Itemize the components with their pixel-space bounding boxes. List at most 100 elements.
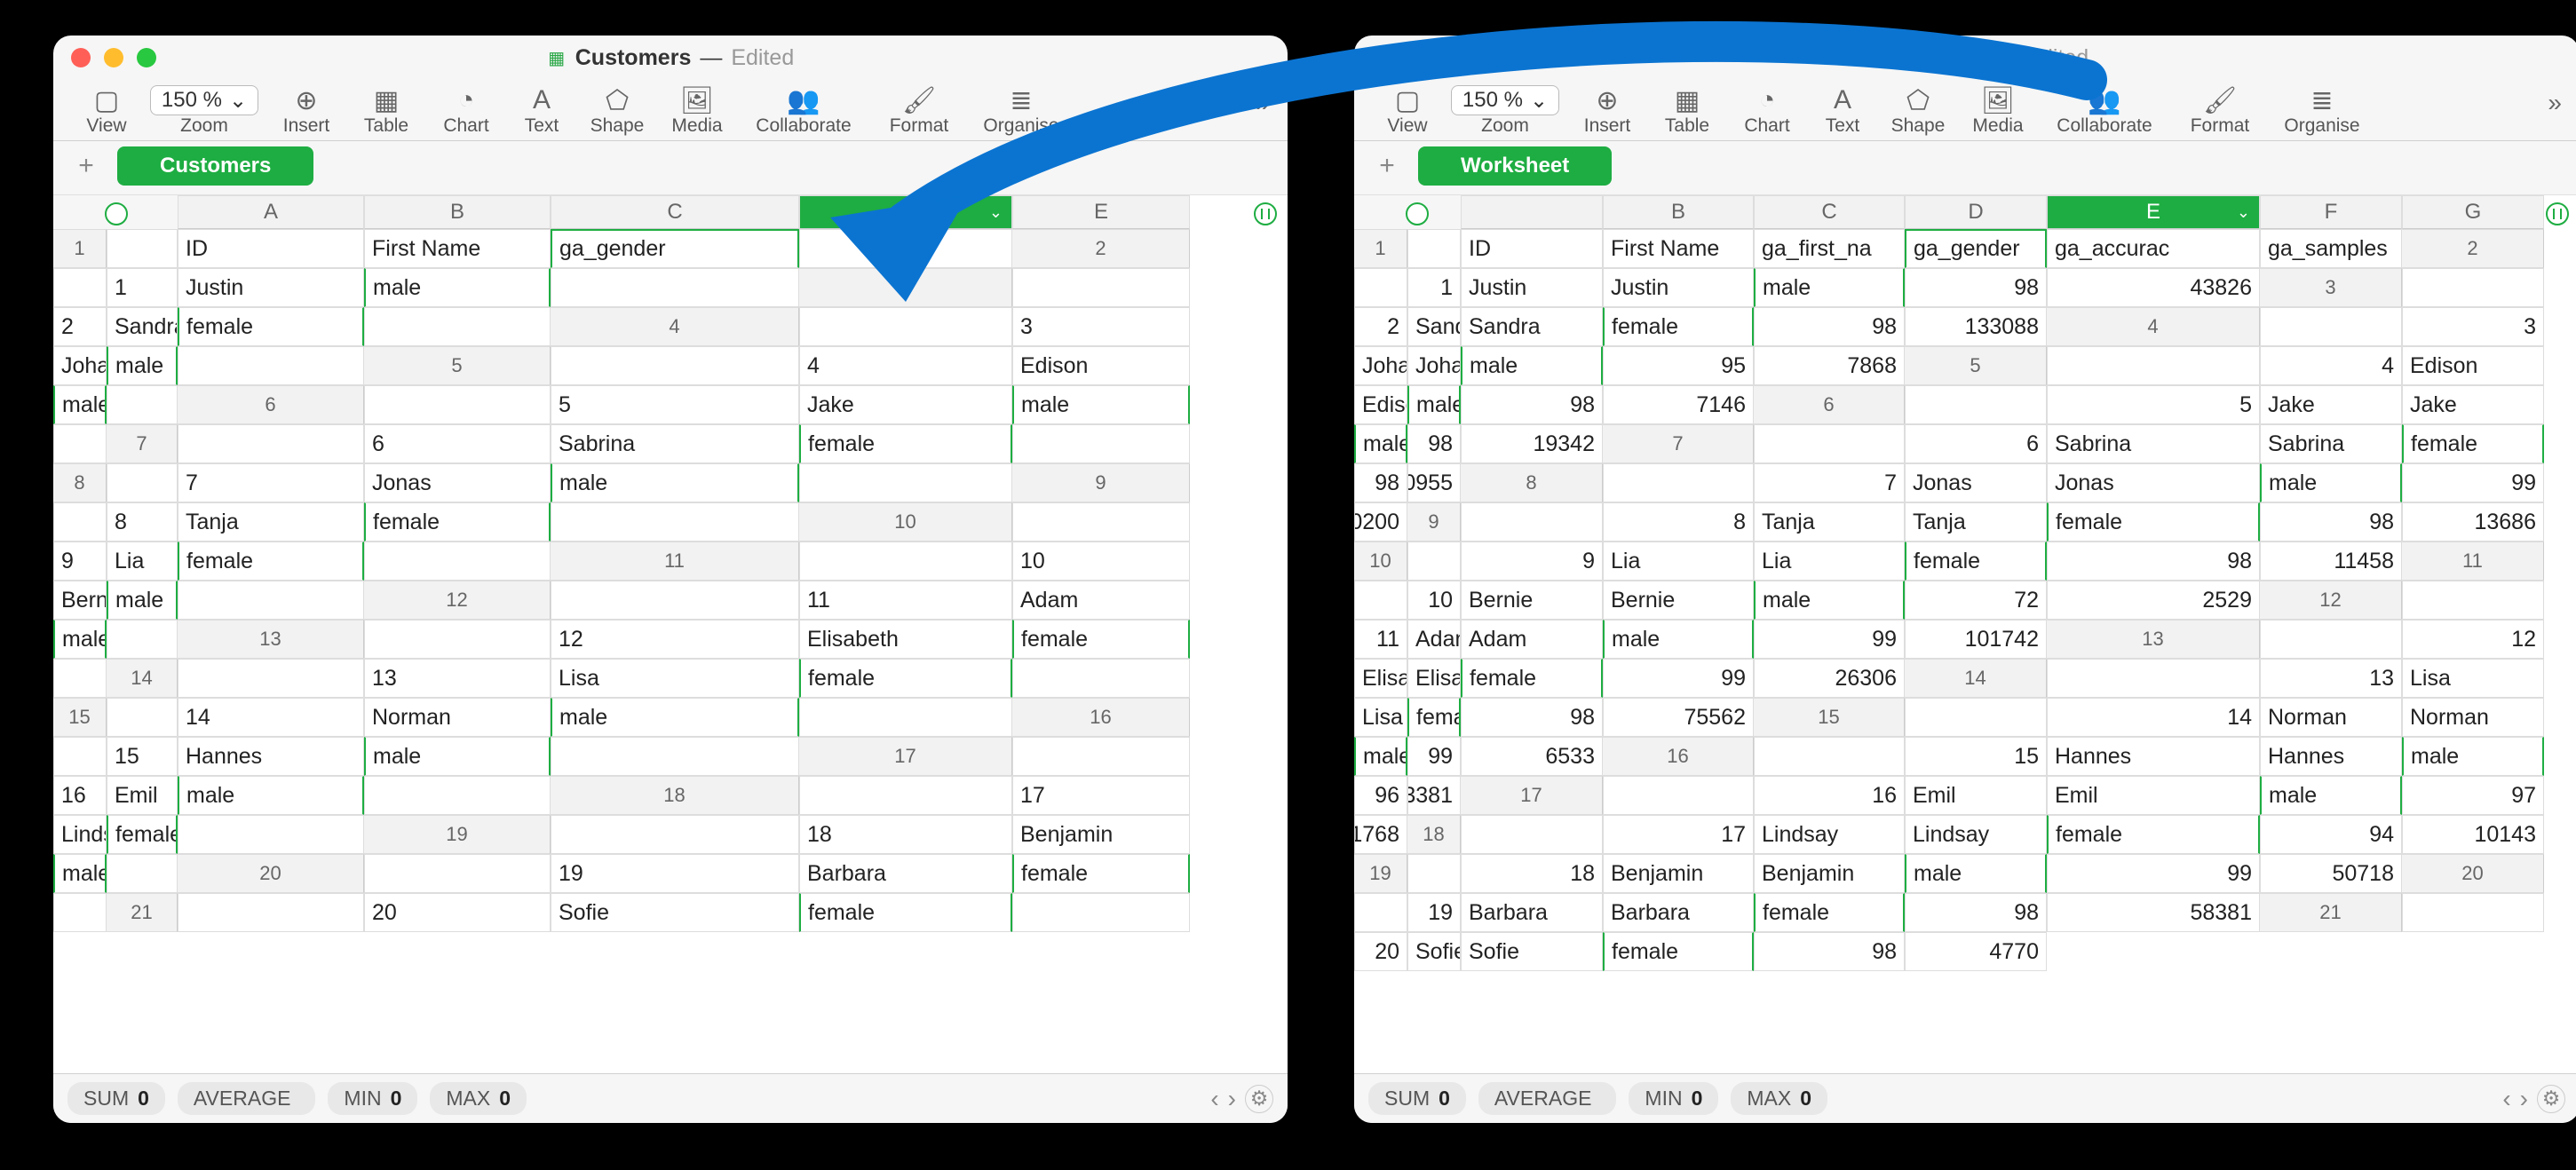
min-chip[interactable]: MIN0 (1629, 1082, 1718, 1115)
cell-E[interactable] (53, 424, 107, 463)
cell-ga-accuracy[interactable]: 96 (1354, 776, 1407, 815)
cell-E[interactable] (107, 385, 178, 424)
cell-ga-name[interactable]: Bernie (1603, 581, 1754, 620)
cell-ga-samples[interactable]: 7146 (1603, 385, 1754, 424)
cell-name[interactable]: Barbara (799, 854, 1012, 893)
row-header[interactable]: 10 (1354, 542, 1407, 581)
cell-ga-samples[interactable]: 50718 (2260, 854, 2402, 893)
cell-id[interactable]: 4 (2260, 346, 2402, 385)
cell-id[interactable]: 11 (1354, 620, 1407, 659)
cell-E[interactable] (1012, 659, 1190, 698)
cell-gender[interactable]: male (551, 463, 799, 502)
cell-name[interactable]: Sofie (1407, 932, 1461, 971)
cell-ga-samples[interactable]: 11458 (2260, 542, 2402, 581)
row-header[interactable]: 19 (364, 815, 551, 854)
cell-ga-gender[interactable]: male (1905, 854, 2047, 893)
cell-ga-accuracy[interactable]: 95 (1603, 346, 1754, 385)
cell-name[interactable]: Sofie (551, 893, 799, 932)
cell-A[interactable] (53, 502, 107, 542)
close-icon[interactable] (71, 48, 91, 67)
max-chip[interactable]: MAX0 (1731, 1082, 1827, 1115)
row-header[interactable]: 6 (178, 385, 364, 424)
cell-id[interactable]: 3 (2402, 307, 2544, 346)
row-header[interactable]: 9 (1012, 463, 1190, 502)
row-header[interactable]: 1 (53, 229, 107, 268)
row-header[interactable]: 15 (1754, 698, 1905, 737)
cell-gender[interactable]: female (799, 659, 1012, 698)
cell-ga-samples[interactable]: 26306 (1754, 659, 1905, 698)
cell-A[interactable] (2047, 346, 2260, 385)
cell-gender[interactable]: female (364, 502, 551, 542)
cell-id[interactable]: 9 (1461, 542, 1603, 581)
cell-name[interactable]: Jake (2260, 385, 2402, 424)
cell-ga-samples[interactable]: 58381 (2047, 893, 2260, 932)
spreadsheet-grid[interactable]: ABCD⌄E1IDFirst Namega_gender21Justinmale… (53, 195, 1288, 1073)
cell-name[interactable]: Sabrina (2047, 424, 2260, 463)
sheet-tab-customers[interactable]: Customers (117, 146, 313, 186)
cell-E[interactable] (364, 542, 551, 581)
cell-gender[interactable]: male (107, 581, 178, 620)
cell-ga-name[interactable]: Adam (1461, 620, 1603, 659)
cell-ga-samples[interactable]: 7868 (1754, 346, 1905, 385)
cell-E[interactable] (53, 893, 107, 932)
cell-id[interactable]: 2 (53, 307, 107, 346)
media-button[interactable]: 🖼Media (657, 85, 737, 137)
cell-name[interactable]: Barbara (1461, 893, 1603, 932)
shape-button[interactable]: ⬠Shape (577, 85, 657, 137)
cell-A[interactable] (1012, 737, 1190, 776)
cell-gender[interactable]: male (364, 737, 551, 776)
cell-ga-gender[interactable]: female (2047, 815, 2260, 854)
cell-name[interactable]: Sabrina (551, 424, 799, 463)
row-header[interactable]: 16 (1603, 737, 1754, 776)
cell-A[interactable] (1407, 542, 1461, 581)
row-header[interactable]: 20 (178, 854, 364, 893)
cell-name[interactable]: Lisa (2402, 659, 2544, 698)
cell-id[interactable]: 9 (53, 542, 107, 581)
row-header[interactable]: 4 (551, 307, 799, 346)
row-header[interactable]: 20 (2402, 854, 2544, 893)
cell-id[interactable]: 11 (799, 581, 1012, 620)
cell-ga-gender[interactable]: male (1354, 737, 1407, 776)
cell-ga-accuracy[interactable]: 99 (1754, 620, 1905, 659)
row-header[interactable]: 2 (2402, 229, 2544, 268)
cell-ga-gender[interactable]: female (1461, 659, 1603, 698)
cell-id[interactable]: 8 (1603, 502, 1754, 542)
cell-name[interactable]: Bernie (53, 581, 107, 620)
row-header[interactable]: 8 (1461, 463, 1603, 502)
cell-ga-samples[interactable]: 75562 (1603, 698, 1754, 737)
cell-ga-gender[interactable]: female (1603, 307, 1754, 346)
row-header[interactable]: 21 (2260, 893, 2402, 932)
cell-name[interactable]: Edison (2402, 346, 2544, 385)
cell-ga-gender[interactable]: female (2402, 424, 2544, 463)
cell-A[interactable] (1905, 698, 2047, 737)
cell-A[interactable] (2047, 659, 2260, 698)
row-header[interactable]: 13 (178, 620, 364, 659)
cell-A[interactable] (551, 346, 799, 385)
cell-ga-name[interactable]: Jake (2402, 385, 2544, 424)
cell-ga-gender[interactable]: female (1603, 932, 1754, 971)
cell-ga-gender[interactable]: female (2047, 502, 2260, 542)
cell-name[interactable]: Benjamin (1603, 854, 1754, 893)
cell-name[interactable]: Sandra (1407, 307, 1461, 346)
cell-E[interactable] (178, 346, 364, 385)
cell-E[interactable] (551, 502, 799, 542)
cell-ga-samples[interactable]: 4770 (1905, 932, 2047, 971)
cell-id[interactable]: 3 (1012, 307, 1190, 346)
cell-gender[interactable]: male (53, 620, 107, 659)
cell-ga-accuracy[interactable]: 98 (2047, 542, 2260, 581)
fullscreen-icon[interactable] (137, 48, 156, 67)
cell-id[interactable]: 13 (2260, 659, 2402, 698)
cell-name[interactable]: Jake (799, 385, 1012, 424)
cell-E[interactable] (364, 776, 551, 815)
add-sheet-button[interactable]: + (71, 151, 101, 181)
min-chip[interactable]: MIN0 (328, 1082, 417, 1115)
cell-ga-gender[interactable]: female (1407, 698, 1461, 737)
cell-id[interactable]: 16 (53, 776, 107, 815)
cell-name[interactable]: Hannes (2047, 737, 2260, 776)
cell-ga-name[interactable]: Hannes (2260, 737, 2402, 776)
cell-name[interactable]: Emil (1905, 776, 2047, 815)
cell-A[interactable] (1603, 776, 1754, 815)
add-column-handle[interactable] (2546, 202, 2569, 225)
cell-ga-samples[interactable]: 19342 (1461, 424, 1603, 463)
header-id[interactable]: ID (178, 229, 364, 268)
